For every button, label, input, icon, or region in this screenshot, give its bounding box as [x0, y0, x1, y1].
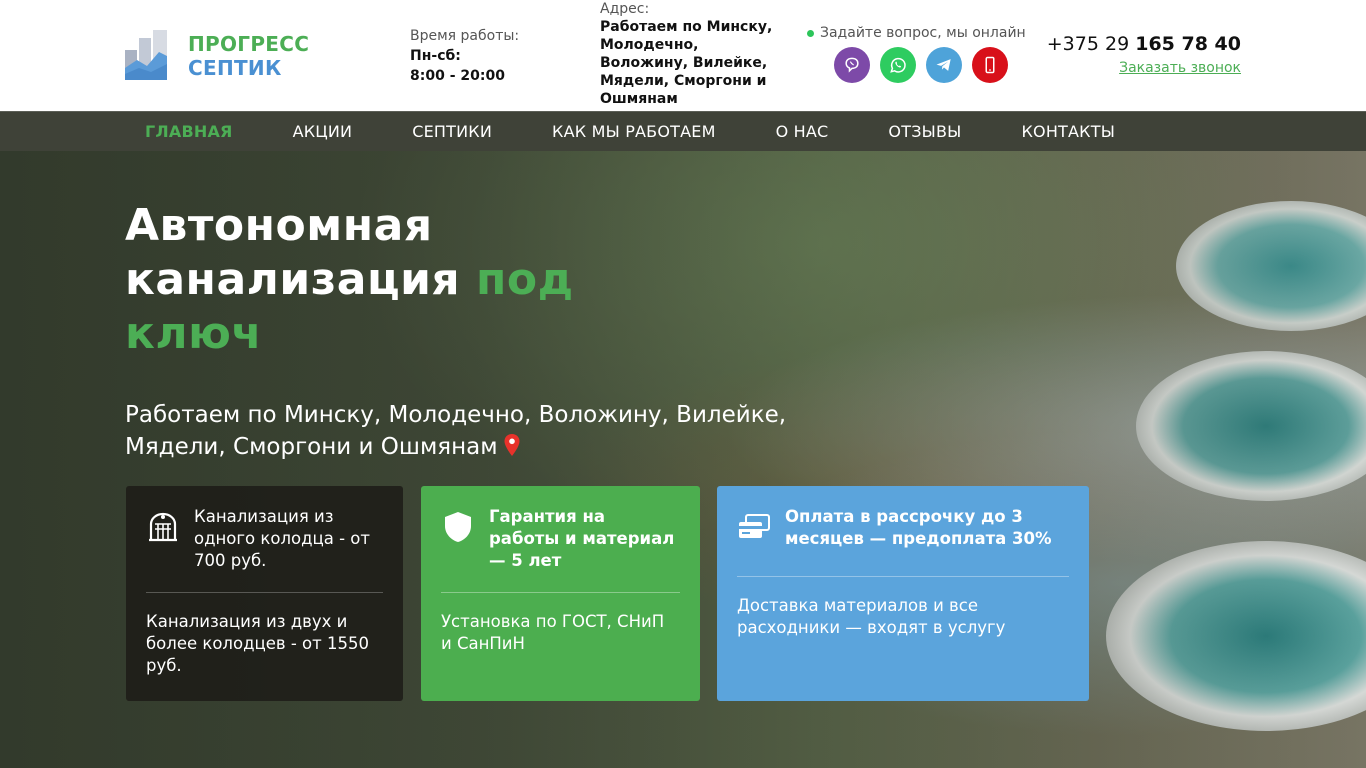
telegram-button[interactable]: [926, 47, 962, 83]
address-block: Адрес: Работаем по Минску, Молодечно, Во…: [600, 0, 780, 108]
nav-item-promotions[interactable]: АКЦИИ: [273, 122, 353, 141]
hero-subtitle-text: Работаем по Минску, Молодечно, Воложину,…: [125, 402, 787, 460]
shield-icon: [445, 512, 471, 542]
card-divider: [441, 592, 680, 593]
sewer-well-icon: [149, 512, 177, 542]
working-hours: Время работы: Пн-сб: 8:00 - 20:00: [410, 26, 519, 86]
hero-subtitle: Работаем по Минску, Молодечно, Воложину,…: [125, 399, 845, 463]
nav-item-contacts[interactable]: КОНТАКТЫ: [1001, 122, 1115, 141]
warranty-card-head-text: Гарантия на работы и материал — 5 лет: [489, 507, 675, 570]
address-label: Адрес:: [600, 1, 650, 17]
logo-buildings-icon: [125, 30, 167, 80]
whatsapp-icon: [890, 57, 906, 73]
nav-item-about[interactable]: О НАС: [756, 122, 829, 141]
installment-card-head-text: Оплата в рассрочку до 3 месяцев — предоп…: [785, 507, 1052, 548]
nav-item-home[interactable]: ГЛАВНАЯ: [125, 122, 233, 141]
installment-card-head: Оплата в рассрочку до 3 месяцев — предоп…: [737, 506, 1069, 550]
address-value: Работаем по Минску, Молодечно, Воложину,…: [600, 19, 773, 107]
phone-prefix: +375 29: [1046, 33, 1130, 55]
warranty-card-body-text: Установка по ГОСТ, СНиП и СанПиН: [441, 612, 665, 653]
warranty-card: Гарантия на работы и материал — 5 лет Ус…: [421, 486, 700, 701]
callback-link[interactable]: Заказать звонок: [1119, 60, 1241, 76]
installment-card: Оплата в рассрочку до 3 месяцев — предоп…: [717, 486, 1089, 701]
hero-title-main: Автономная канализация: [125, 200, 461, 305]
messenger-links: [834, 47, 1008, 83]
price-card-head: Канализация из одного колодца - от 700 р…: [146, 506, 383, 572]
card-divider: [737, 576, 1069, 577]
nav-item-how-we-work[interactable]: КАК МЫ РАБОТАЕМ: [532, 122, 716, 141]
price-card-head-text: Канализация из одного колодца - от 700 р…: [194, 507, 370, 570]
nav-item-reviews[interactable]: ОТЗЫВЫ: [868, 122, 961, 141]
working-hours-time: 8:00 - 20:00: [410, 68, 505, 84]
telegram-icon: [936, 59, 951, 71]
viber-button[interactable]: [834, 47, 870, 83]
online-text: Задайте вопрос, мы онлайн: [820, 25, 1026, 41]
logo-line1: ПРОГРЕСС: [188, 32, 310, 56]
logo[interactable]: ПРОГРЕСС СЕПТИК: [125, 30, 325, 82]
mobile-phone-button[interactable]: [972, 47, 1008, 83]
nav-item-septics[interactable]: СЕПТИКИ: [392, 122, 492, 141]
main-nav: ГЛАВНАЯ АКЦИИ СЕПТИКИ КАК МЫ РАБОТАЕМ О …: [0, 111, 1366, 151]
price-card-body-text: Канализация из двух и более колодцев - о…: [146, 612, 369, 675]
map-pin-icon: [504, 434, 520, 456]
working-hours-days: Пн-сб:: [410, 48, 461, 64]
working-hours-label: Время работы:: [410, 28, 520, 44]
price-card: Канализация из одного колодца - от 700 р…: [126, 486, 403, 701]
site-header: ПРОГРЕСС СЕПТИК Время работы: Пн-сб: 8:0…: [0, 0, 1366, 111]
whatsapp-button[interactable]: [880, 47, 916, 83]
logo-line2: СЕПТИК: [188, 56, 282, 80]
installment-card-body-text: Доставка материалов и все расходники — в…: [737, 596, 1006, 637]
logo-text: ПРОГРЕСС СЕПТИК: [188, 32, 309, 80]
warranty-card-head: Гарантия на работы и материал — 5 лет: [441, 506, 680, 572]
mobile-phone-icon: [985, 56, 995, 74]
viber-icon: [845, 57, 859, 73]
hero-section: Автономная канализация под ключ Работаем…: [0, 151, 1366, 768]
phone-number[interactable]: +375 29 165 78 40: [1047, 33, 1241, 55]
phone-main-digits: 165 78 40: [1135, 33, 1241, 55]
credit-cards-icon: [739, 514, 770, 538]
online-status: Задайте вопрос, мы онлайн: [807, 25, 1026, 41]
online-dot-icon: [807, 29, 814, 37]
hero-title: Автономная канализация под ключ: [125, 199, 685, 361]
card-divider: [146, 592, 383, 593]
